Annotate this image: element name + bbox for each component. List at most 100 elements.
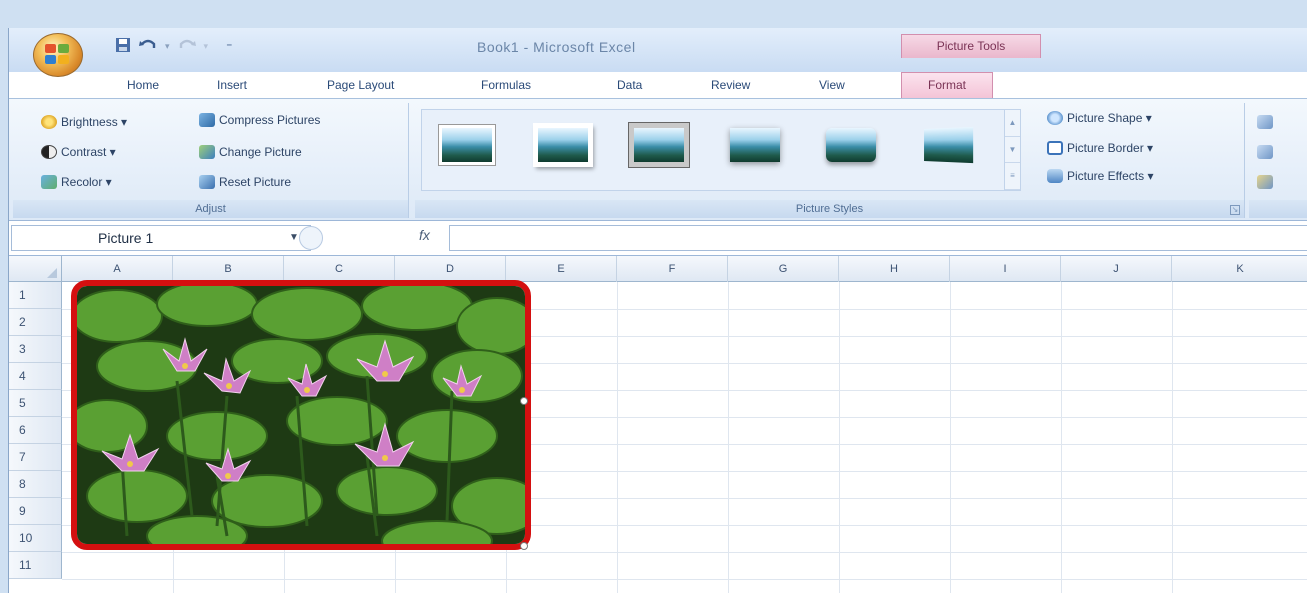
bring-to-front-icon[interactable]: [1257, 115, 1273, 129]
picture-tools-context-label: Picture Tools: [901, 34, 1041, 58]
picture-style-thumb[interactable]: [916, 120, 978, 172]
column-header-b[interactable]: B: [173, 256, 284, 282]
picture-styles-dialog-launcher-icon[interactable]: ↘: [1230, 205, 1240, 215]
reset-picture-button[interactable]: Reset Picture: [199, 175, 291, 189]
save-icon[interactable]: [115, 37, 131, 56]
tab-insert[interactable]: Insert: [217, 78, 247, 92]
row-header-6[interactable]: 6: [9, 417, 62, 444]
column-header-g[interactable]: G: [728, 256, 839, 282]
recolor-icon: [41, 175, 57, 189]
brightness-label: Brightness ▾: [61, 115, 128, 129]
formula-bar: Picture 1 ▼ fx: [9, 221, 1307, 256]
picture-border-label: Picture Border ▾: [1067, 141, 1154, 155]
gridline: [1061, 282, 1062, 593]
column-header-i[interactable]: I: [950, 256, 1061, 282]
undo-dropdown-icon[interactable]: ▾: [165, 41, 170, 52]
name-box[interactable]: Picture 1: [11, 225, 311, 251]
gridline: [839, 282, 840, 593]
column-header-d[interactable]: D: [395, 256, 506, 282]
tab-review[interactable]: Review: [711, 78, 750, 92]
gridline: [62, 552, 1307, 553]
row-header-5[interactable]: 5: [9, 390, 62, 417]
tab-home[interactable]: Home: [127, 78, 159, 92]
formula-cancel-icon[interactable]: [299, 226, 323, 250]
customize-qat-icon[interactable]: ⁼: [226, 40, 232, 54]
formula-input[interactable]: [449, 225, 1307, 251]
resize-handle-bottom-right[interactable]: [520, 542, 528, 550]
row-header-9[interactable]: 9: [9, 498, 62, 525]
row-header-7[interactable]: 7: [9, 444, 62, 471]
compress-pictures-button[interactable]: Compress Pictures: [199, 113, 320, 127]
redo-icon[interactable]: [178, 37, 196, 56]
undo-icon[interactable]: [139, 37, 157, 56]
resize-handle-right[interactable]: [520, 397, 528, 405]
change-picture-icon: [199, 145, 215, 159]
name-box-dropdown-icon[interactable]: ▼: [289, 232, 299, 243]
gallery-more-icon[interactable]: ≡: [1005, 163, 1020, 190]
picture-styles-gallery: ▲ ▼ ≡: [421, 109, 1021, 191]
compress-pictures-icon: [199, 113, 215, 127]
column-headers: A B C D E F G H I J K: [9, 256, 1307, 282]
change-picture-label: Change Picture: [219, 145, 302, 159]
tab-format[interactable]: Format: [901, 72, 994, 98]
insert-function-icon[interactable]: fx: [419, 227, 430, 243]
arrange-group: [1249, 103, 1307, 218]
row-header-4[interactable]: 4: [9, 363, 62, 390]
column-header-j[interactable]: J: [1061, 256, 1172, 282]
contrast-label: Contrast ▾: [61, 145, 116, 159]
picture-style-thumb[interactable]: [820, 120, 882, 172]
picture-effects-button[interactable]: Picture Effects ▾: [1047, 169, 1154, 183]
brightness-icon: [41, 115, 57, 129]
column-header-h[interactable]: H: [839, 256, 950, 282]
row-header-10[interactable]: 10: [9, 525, 62, 552]
gallery-scroll-up-icon[interactable]: ▲: [1005, 110, 1020, 137]
picture-border-icon: [1047, 141, 1063, 155]
tab-view[interactable]: View: [819, 78, 845, 92]
row-header-3[interactable]: 3: [9, 336, 62, 363]
row-header-1[interactable]: 1: [9, 282, 62, 309]
gallery-scroll-down-icon[interactable]: ▼: [1005, 137, 1020, 164]
send-to-back-icon[interactable]: [1257, 145, 1273, 159]
column-header-a[interactable]: A: [62, 256, 173, 282]
water-lily-picture[interactable]: [71, 280, 531, 550]
title-bar: ▾ ▾ ⁼ Book1 - Microsoft Excel Picture To…: [9, 28, 1307, 77]
column-header-k[interactable]: K: [1172, 256, 1307, 282]
tab-formulas[interactable]: Formulas: [481, 78, 531, 92]
gridline: [950, 282, 951, 593]
reset-picture-label: Reset Picture: [219, 175, 292, 189]
column-header-e[interactable]: E: [506, 256, 617, 282]
change-picture-button[interactable]: Change Picture: [199, 145, 302, 159]
brightness-button[interactable]: Brightness ▾: [41, 115, 127, 129]
arrange-group-label: [1249, 200, 1307, 218]
picture-style-thumb[interactable]: [436, 120, 498, 172]
reset-picture-icon: [199, 175, 215, 189]
column-header-f[interactable]: F: [617, 256, 728, 282]
water-lily-image: [77, 286, 525, 544]
window-title: Book1 - Microsoft Excel: [477, 39, 636, 55]
picture-shape-button[interactable]: Picture Shape ▾: [1047, 111, 1152, 125]
picture-style-thumb[interactable]: [724, 120, 786, 172]
contrast-button[interactable]: Contrast ▾: [41, 145, 116, 159]
compress-pictures-label: Compress Pictures: [219, 113, 321, 127]
row-header-2[interactable]: 2: [9, 309, 62, 336]
row-header-8[interactable]: 8: [9, 471, 62, 498]
recolor-button[interactable]: Recolor ▾: [41, 175, 112, 189]
select-all-corner[interactable]: [9, 256, 62, 282]
excel-window: ▾ ▾ ⁼ Book1 - Microsoft Excel Picture To…: [8, 28, 1307, 593]
selection-pane-icon[interactable]: [1257, 175, 1273, 189]
picture-style-thumb[interactable]: [628, 120, 690, 172]
picture-styles-group: ▲ ▼ ≡ Picture Shape ▾ Picture Border ▾ P…: [415, 103, 1245, 218]
office-button[interactable]: [33, 33, 83, 77]
gridline: [62, 579, 1307, 580]
worksheet-grid[interactable]: A B C D E F G H I J K 1 2 3 4 5 6 7 8 9 …: [9, 256, 1307, 593]
tab-page-layout[interactable]: Page Layout: [327, 78, 394, 92]
picture-style-thumb[interactable]: [532, 120, 594, 172]
adjust-group: Brightness ▾ Contrast ▾ Recolor ▾ Compre…: [13, 103, 409, 218]
adjust-group-label: Adjust: [13, 200, 408, 218]
redo-dropdown-icon[interactable]: ▾: [204, 41, 209, 52]
gridline: [617, 282, 618, 593]
column-header-c[interactable]: C: [284, 256, 395, 282]
picture-border-button[interactable]: Picture Border ▾: [1047, 141, 1153, 155]
tab-data[interactable]: Data: [617, 78, 642, 92]
row-header-11[interactable]: 11: [9, 552, 62, 579]
